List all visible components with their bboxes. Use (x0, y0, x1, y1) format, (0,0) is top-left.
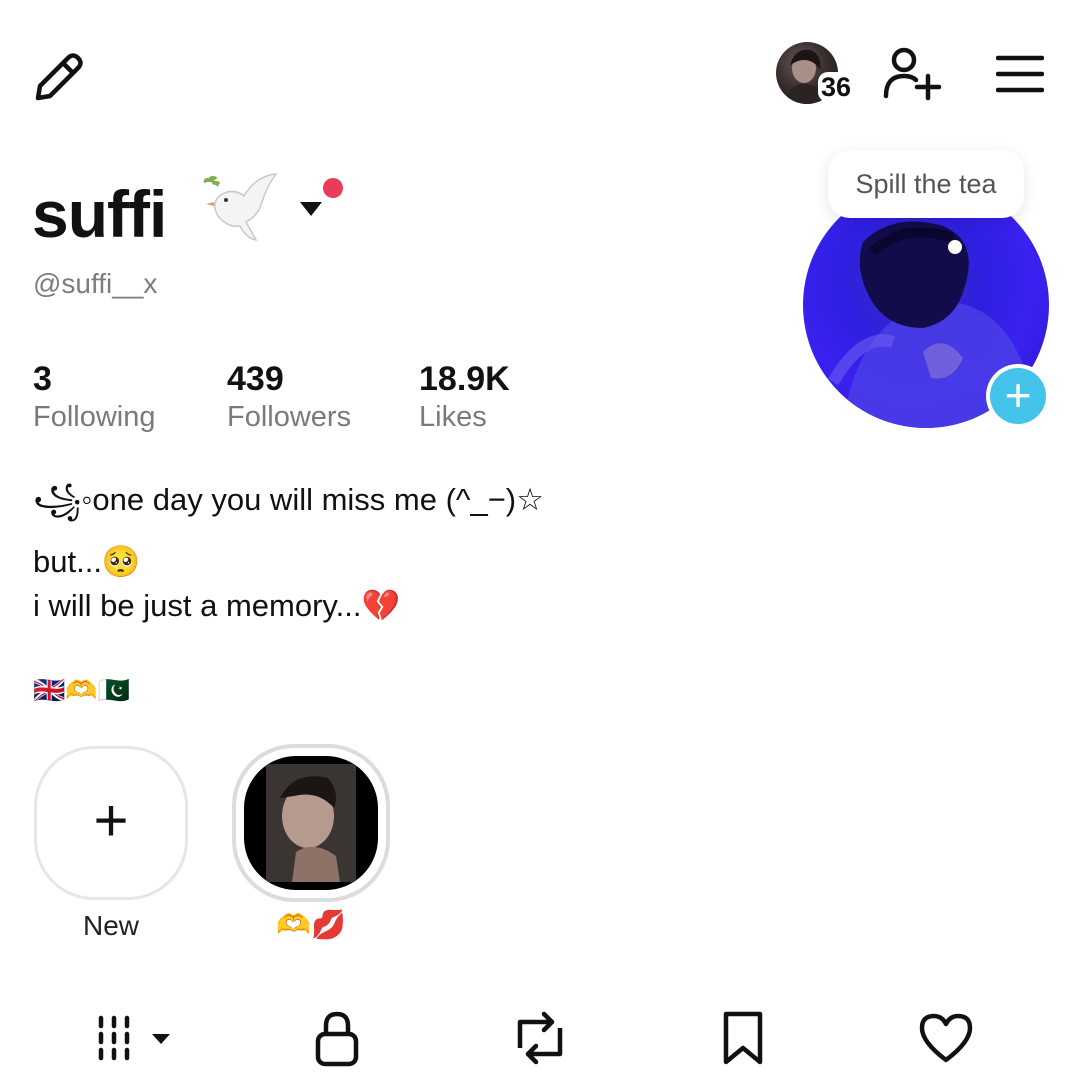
profile-handle: @suffi__x (33, 268, 158, 299)
bio-flags: 🇬🇧🫶🇵🇰 (33, 675, 131, 705)
profile-name: suffi (32, 177, 167, 251)
lock-icon[interactable] (312, 1008, 362, 1068)
repost-icon[interactable] (510, 1008, 570, 1068)
bio-line: ꧁◦one day you will miss me (^_−)☆ (33, 482, 544, 517)
plus-icon[interactable]: + (990, 368, 1046, 424)
account-switch-caret-icon[interactable] (298, 200, 324, 218)
account-notification-count: 36 (818, 72, 855, 102)
heart-icon[interactable] (918, 1008, 974, 1068)
grid-icon[interactable] (96, 1008, 176, 1068)
highlight-label: 🫶💋 (276, 909, 346, 940)
highlight-label: New (82, 910, 139, 941)
pencil-icon[interactable] (30, 48, 88, 106)
bio-line: i will be just a memory...💔 (33, 588, 401, 623)
highlight-thumbnail[interactable] (244, 756, 378, 890)
likes-count[interactable]: 18.9K (419, 360, 510, 399)
status-tooltip[interactable]: Spill the tea (828, 150, 1024, 218)
followers-count[interactable]: 439 (227, 360, 284, 399)
following-count[interactable]: 3 (33, 360, 52, 399)
likes-label[interactable]: Likes (419, 401, 487, 434)
tooltip-tail (948, 240, 962, 254)
following-label[interactable]: Following (33, 401, 156, 434)
dove-icon (203, 173, 278, 242)
notification-dot (323, 178, 343, 198)
bio-line: but...🥺 (33, 544, 141, 579)
hamburger-menu-icon[interactable] (996, 54, 1044, 94)
bookmark-icon[interactable] (720, 1008, 766, 1068)
plus-icon[interactable]: + (34, 746, 188, 900)
followers-label[interactable]: Followers (227, 401, 351, 434)
add-user-icon[interactable] (882, 46, 942, 102)
